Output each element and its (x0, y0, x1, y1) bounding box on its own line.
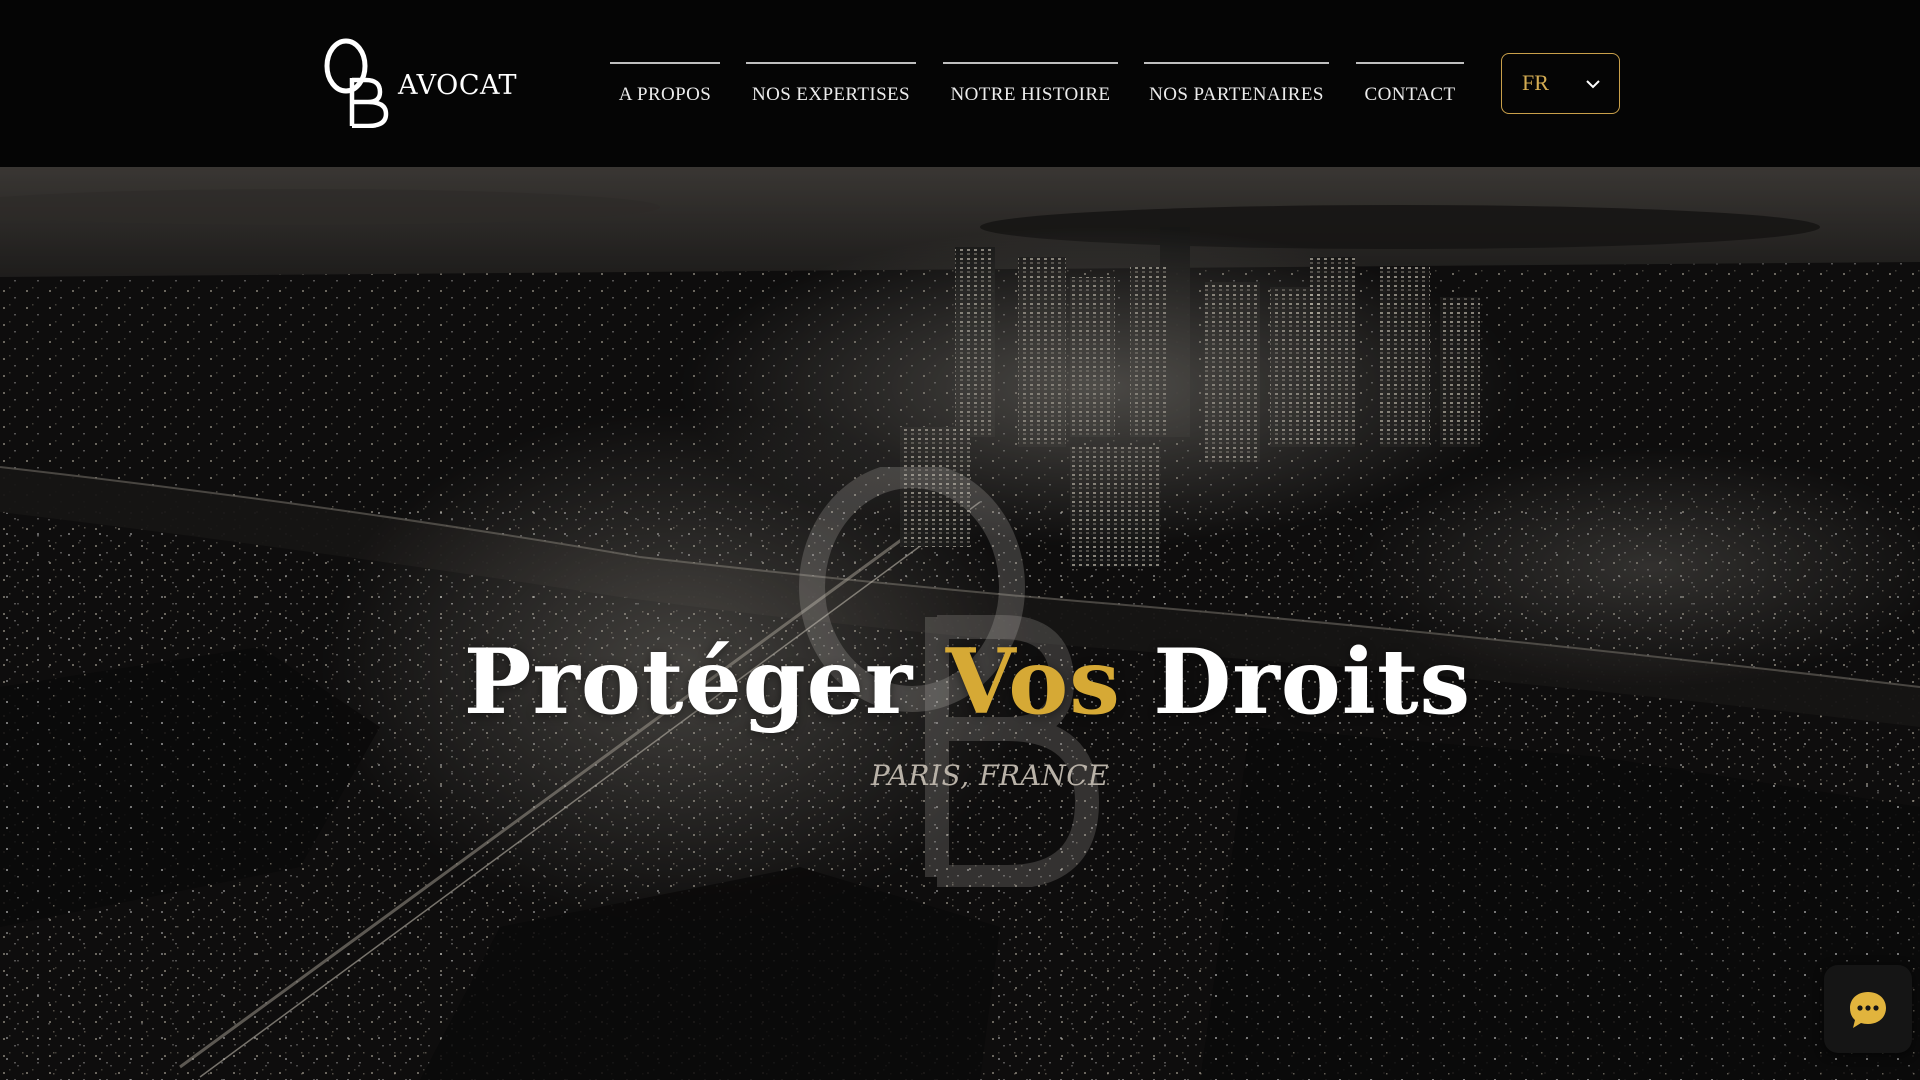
chat-bubble-icon (1850, 992, 1886, 1028)
nav-item-label: NOS EXPERTISES (751, 84, 911, 105)
nav-item-nos-partenaires[interactable]: NOS PARTENAIRES (1144, 62, 1329, 116)
headline-accent: Vos (945, 629, 1121, 735)
language-selector[interactable]: FR (1501, 53, 1620, 114)
nav-item-contact[interactable]: CONTACT (1356, 62, 1464, 116)
site-header: AVOCAT A PROPOS NOS EXPERTISES NOTRE HIS… (0, 0, 1920, 167)
nav-item-label: NOS PARTENAIRES (1149, 84, 1324, 105)
logo-wordmark: AVOCAT (398, 70, 518, 101)
nav-item-a-propos[interactable]: A PROPOS (610, 62, 720, 116)
hero-headline: Protéger Vos Droits (0, 637, 1920, 727)
nav-item-label: NOTRE HISTOIRE (950, 84, 1111, 105)
headline-part-1: Protéger (463, 629, 946, 735)
hero-location: PARIS, FRANCE (870, 759, 1110, 792)
chevron-down-icon (1586, 80, 1600, 89)
nav-item-label: CONTACT (1364, 84, 1456, 105)
hero-section: Protéger Vos Droits PARIS, FRANCE (0, 167, 1920, 1080)
chat-widget-button[interactable] (1824, 965, 1912, 1053)
page: AVOCAT A PROPOS NOS EXPERTISES NOTRE HIS… (0, 0, 1920, 1080)
nav-item-notre-histoire[interactable]: NOTRE HISTOIRE (943, 62, 1118, 116)
headline-part-2: Droits (1120, 629, 1472, 735)
site-logo[interactable]: AVOCAT (322, 36, 517, 128)
nav-item-nos-expertises[interactable]: NOS EXPERTISES (746, 62, 916, 116)
nav-item-label: A PROPOS (618, 84, 712, 105)
ob-monogram-logo (324, 38, 389, 128)
language-code: FR (1522, 70, 1549, 95)
